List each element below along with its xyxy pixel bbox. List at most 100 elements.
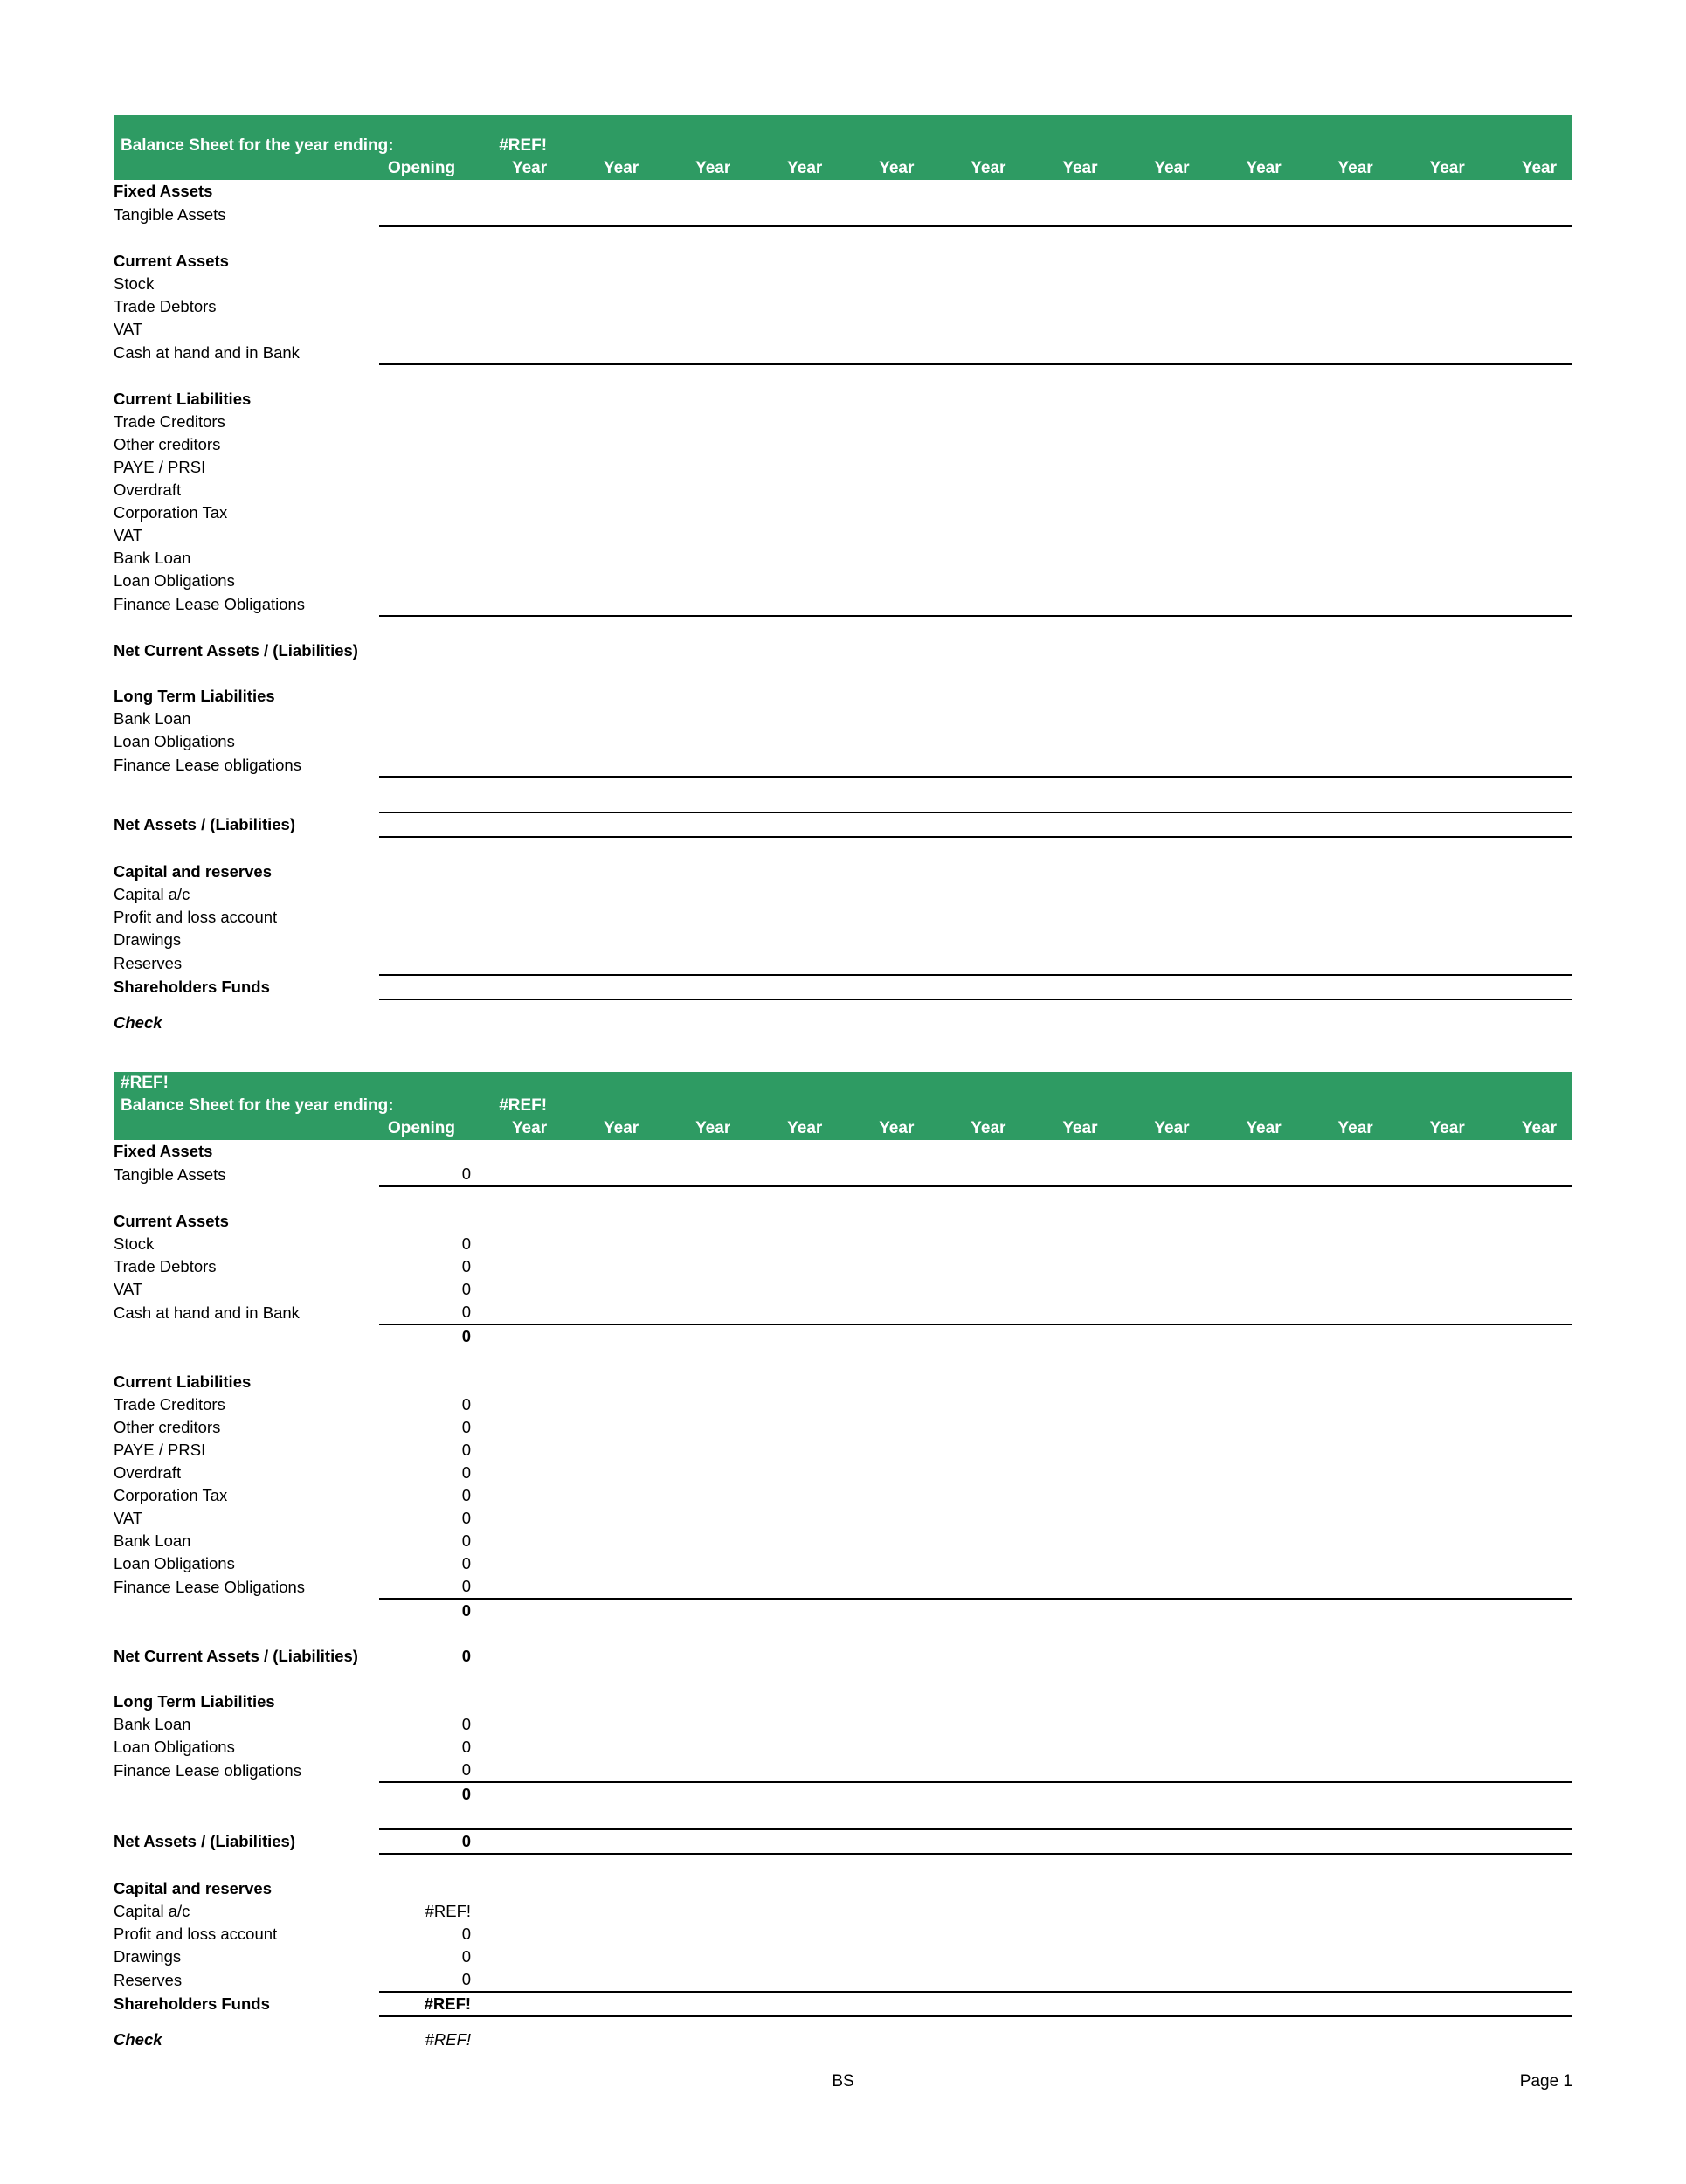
value-cell [746, 1484, 838, 1507]
spacer-cell [114, 616, 1572, 639]
value-cell [746, 1968, 839, 1993]
value-cell [1389, 433, 1481, 456]
value-cell [838, 639, 929, 662]
value-cell [838, 203, 930, 227]
value-cell [1113, 1968, 1206, 1993]
value-cell [563, 1012, 654, 1034]
value-cell [838, 1759, 930, 1783]
line-item-row: Loan Obligations [114, 570, 1572, 592]
value-cell [654, 1484, 746, 1507]
line-item-label: Bank Loan [114, 549, 191, 567]
value-cell [1021, 1301, 1114, 1325]
shareholders-funds-label: Shareholders Funds [114, 978, 270, 996]
value-cell [1389, 1140, 1481, 1163]
value-cell [1021, 1278, 1113, 1301]
value-cell [1206, 501, 1297, 524]
value-cell [1021, 812, 1114, 838]
value-cell [563, 1713, 654, 1736]
value-cell [838, 433, 929, 456]
value-cell [1481, 1462, 1572, 1484]
value-cell [1206, 929, 1297, 951]
value-cell [471, 592, 563, 617]
value-cell-opening: 0 [461, 1280, 472, 1298]
net-current-assets-row: Net Current Assets / (Liabilities) [114, 639, 1572, 662]
net-assets-row: Net Assets / (Liabilities) [114, 812, 1572, 838]
value-cell [838, 1324, 929, 1348]
value-cell [563, 203, 655, 227]
value-cell [654, 906, 746, 929]
line-item-label: Bank Loan [114, 709, 191, 728]
section-heading-row: Current Liabilities [114, 388, 1572, 411]
value-cell [746, 906, 838, 929]
value-cell [654, 1530, 746, 1552]
column-header-year-2: Year [604, 1119, 639, 1137]
value-cell-opening: 0 [461, 1509, 472, 1527]
value-cell [746, 1416, 838, 1439]
column-header-year-8: Year [1154, 159, 1190, 177]
value-cell [1297, 1645, 1389, 1668]
spacer-row [114, 616, 1572, 639]
value-cell [471, 1992, 563, 2017]
value-cell [929, 1782, 1021, 1806]
value-cell [379, 906, 471, 929]
value-cell [1481, 1416, 1572, 1439]
value-cell [1113, 1439, 1205, 1462]
shareholders-funds-row: Shareholders Funds [114, 975, 1572, 1000]
value-cell [1205, 1163, 1297, 1187]
value-cell [1021, 883, 1113, 906]
value-cell [1481, 388, 1572, 411]
value-cell [654, 1782, 746, 1806]
value-cell [1113, 1163, 1206, 1187]
column-header-year-1: Year [511, 1119, 548, 1137]
value-cell [1021, 592, 1114, 617]
value-cell [471, 1324, 563, 1348]
value-cell [1389, 273, 1481, 295]
value-cell [1113, 1759, 1206, 1783]
value-cell [563, 1393, 654, 1416]
value-cell [1297, 906, 1389, 929]
value-cell [1481, 1923, 1572, 1946]
value-cell [654, 479, 746, 501]
banner-ref-row: #REF! [114, 1072, 1572, 1095]
value-cell [563, 1233, 654, 1255]
line-item-label: Cash at hand and in Bank [114, 1303, 300, 1322]
value-cell [929, 1393, 1021, 1416]
value-cell [563, 1575, 655, 1600]
line-item-row: Stock [114, 273, 1572, 295]
net-current-assets-label: Net Current Assets / (Liabilities) [114, 1647, 358, 1665]
value-cell [654, 883, 746, 906]
value-cell [471, 295, 563, 318]
value-cell [746, 812, 839, 838]
value-cell [1113, 1690, 1205, 1713]
value-cell [379, 685, 471, 708]
value-cell [929, 1255, 1021, 1278]
line-item-label: Drawings [114, 930, 182, 949]
value-cell [838, 975, 930, 1000]
line-item-label: VAT [114, 526, 143, 544]
value-cell [1021, 1484, 1113, 1507]
section-heading: Current Liabilities [114, 1372, 252, 1391]
value-cell [379, 1371, 471, 1393]
line-item-row: Finance Lease Obligations [114, 592, 1572, 617]
value-cell [1113, 1923, 1205, 1946]
value-cell [838, 1278, 929, 1301]
value-cell [563, 1439, 654, 1462]
value-cell [929, 273, 1021, 295]
value-cell [563, 411, 654, 433]
line-item-label: Corporation Tax [114, 1486, 228, 1504]
value-cell [654, 1828, 747, 1855]
banner-title-row: Balance Sheet for the year ending: #REF! [114, 135, 1572, 157]
capital-heading: Capital and reserves [114, 862, 272, 881]
spacer-row [114, 1622, 1572, 1645]
balance-sheet-table-1: Balance Sheet for the year ending: #REF! O… [114, 115, 1572, 1034]
value-cell [929, 341, 1022, 365]
value-cell [746, 1992, 839, 2017]
line-item-label: Tangible Assets [114, 1165, 226, 1184]
shareholders-funds-row: Shareholders Funds #REF! [114, 1992, 1572, 2017]
spacer-cell [114, 1348, 1572, 1371]
line-item-row: Drawings 0 [114, 1946, 1572, 1968]
value-cell [471, 685, 563, 708]
value-cell [379, 1877, 471, 1900]
value-cell [471, 1968, 563, 1993]
line-item-row: Capital a/c #REF! [114, 1900, 1572, 1923]
